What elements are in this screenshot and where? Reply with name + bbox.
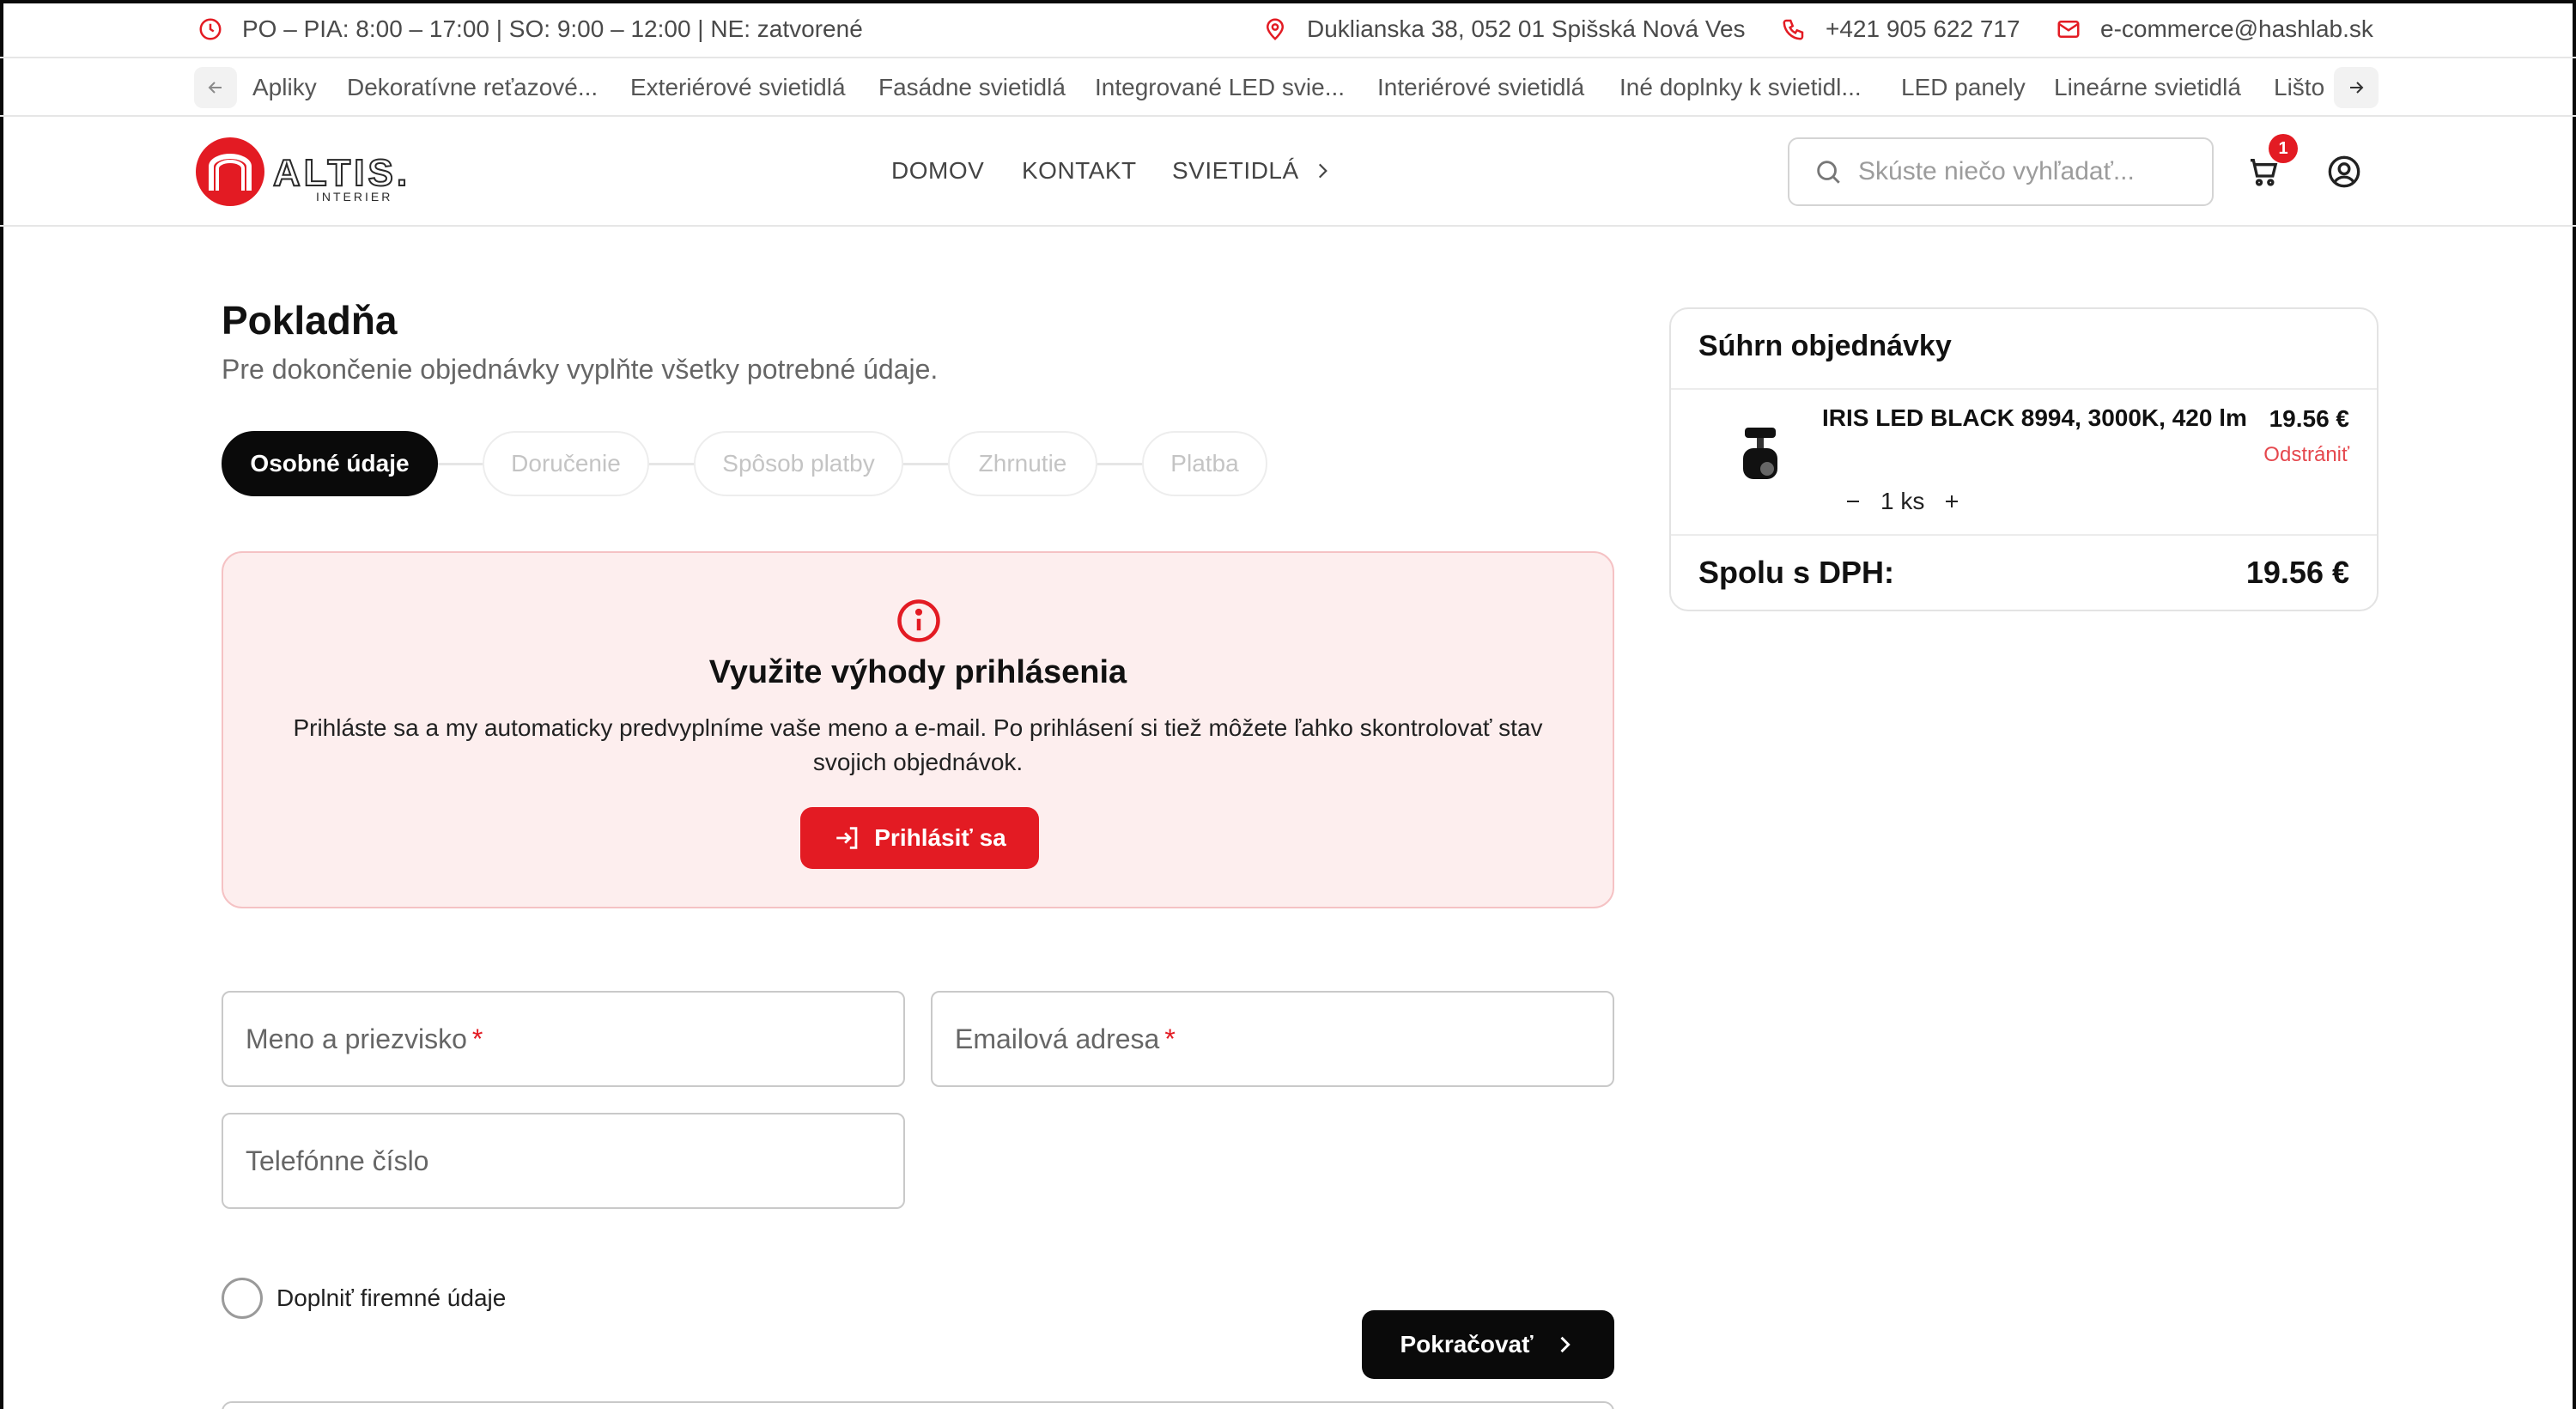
divider [1671, 388, 2377, 390]
category-link[interactable]: Fasádne svietidlá [878, 58, 1066, 117]
company-details-option[interactable]: Doplniť firemné údaje [222, 1278, 506, 1319]
category-scroll-left-button[interactable] [194, 67, 237, 108]
company-details-checkbox[interactable] [222, 1278, 263, 1319]
search-icon [1817, 161, 1840, 184]
category-bar: Apliky Dekoratívne reťazové... Exteriéro… [0, 58, 2576, 117]
opening-hours: PO – PIA: 8:00 – 17:00 | SO: 9:00 – 12:0… [197, 0, 863, 58]
nav-home[interactable]: DOMOV [891, 117, 984, 225]
quantity-increase-button[interactable] [1933, 483, 1971, 520]
location-pin-icon [1266, 18, 1285, 40]
name-field-label: Meno a priezvisko [246, 1023, 467, 1054]
phone-text: +421 905 622 717 [1826, 15, 2020, 42]
logo-subtitle: INTERIER [316, 190, 392, 203]
category-link[interactable]: Iné doplnky k svietidl... [1619, 58, 1862, 117]
step-payment[interactable]: Platba [1142, 431, 1267, 496]
login-promo-box: Využite výhody prihlásenia Prihláste sa … [222, 551, 1614, 908]
chevron-right-icon [1318, 163, 1327, 179]
category-scroll-right-button[interactable] [2334, 67, 2379, 108]
promo-title: Využite výhody prihlásenia [708, 654, 1127, 690]
step-connector [1096, 463, 1142, 465]
page-title: Pokladňa [222, 298, 398, 343]
nav-lights-label: SVIETIDLÁ [1172, 157, 1299, 184]
category-link[interactable]: Lineárne svietidlá [2054, 58, 2241, 117]
store-address[interactable]: Duklianska 38, 052 01 Spišská Nová Ves [1262, 0, 1746, 58]
email-text: e-commerce@hashlab.sk [2100, 15, 2373, 42]
quantity-value: 1 ks [1880, 488, 1925, 514]
clock-icon [199, 18, 222, 40]
cart-count-badge: 1 [2269, 134, 2298, 163]
top-info-bar: PO – PIA: 8:00 – 17:00 | SO: 9:00 – 12:0… [0, 0, 2576, 58]
category-link[interactable]: Lišto [2274, 58, 2324, 117]
product-name[interactable]: IRIS LED BLACK 8994, 3000K, 420 lm [1822, 404, 2251, 433]
checkout-steps: Osobné údaje Doručenie Spôsob platby Zhr… [222, 431, 1338, 496]
step-connector [436, 463, 483, 465]
category-link[interactable]: LED panely [1901, 58, 2026, 117]
remove-item-link[interactable]: Odstrániť [2263, 443, 2349, 467]
category-link[interactable]: Integrované LED svie... [1095, 58, 1345, 117]
login-button-label: Prihlásiť sa [874, 824, 1006, 851]
product-price: 19.56 € [2269, 405, 2349, 432]
arrow-right-icon [2350, 82, 2364, 94]
page-subtitle: Pre dokončenie objednávky vyplňte všetky… [222, 354, 939, 385]
search-input[interactable] [1858, 157, 2202, 186]
category-link[interactable]: Apliky [252, 58, 317, 117]
step-personal-details[interactable]: Osobné údaje [222, 431, 438, 496]
total-value: 19.56 € [2245, 555, 2349, 590]
phone-link[interactable]: +421 905 622 717 [1781, 0, 2020, 58]
quantity-decrease-button[interactable] [1834, 483, 1872, 520]
category-link[interactable]: Dekoratívne reťazové... [347, 58, 598, 117]
company-details-label: Doplniť firemné údaje [276, 1284, 507, 1311]
email-link[interactable]: e-commerce@hashlab.sk [2056, 0, 2373, 58]
continue-button[interactable]: Pokračovať [1362, 1310, 1614, 1379]
login-button[interactable]: Prihlásiť sa [800, 807, 1039, 869]
next-form-section [222, 1401, 1614, 1409]
altis-logo-mark: ALTIS. INTERIER [196, 137, 410, 206]
summary-title: Súhrn objednávky [1698, 330, 1952, 362]
user-icon [2328, 155, 2360, 188]
phone-icon [1783, 19, 1804, 40]
logo-wordmark: ALTIS. [273, 152, 410, 194]
quantity-stepper: 1 ks [1834, 477, 1971, 525]
email-field[interactable]: Emailová adresa * [931, 991, 1614, 1087]
plus-icon [1946, 495, 1959, 507]
search-box[interactable] [1788, 137, 2214, 206]
arrow-left-icon [208, 82, 222, 94]
chevron-right-icon [1560, 1336, 1571, 1353]
name-field[interactable]: Meno a priezvisko * [222, 991, 905, 1087]
login-icon [836, 827, 858, 849]
category-link[interactable]: Interiérové svietidlá [1377, 58, 1584, 117]
store-address-text: Duklianska 38, 052 01 Spišská Nová Ves [1307, 15, 1746, 42]
opening-hours-text: PO – PIA: 8:00 – 17:00 | SO: 9:00 – 12:0… [242, 15, 863, 42]
divider [1671, 534, 2377, 536]
step-summary[interactable]: Zhrnutie [948, 431, 1097, 496]
required-mark: * [471, 1023, 483, 1054]
nav-contact[interactable]: KONTAKT [1022, 117, 1137, 225]
step-delivery[interactable]: Doručenie [483, 431, 649, 496]
required-mark: * [1164, 1023, 1176, 1054]
phone-field[interactable]: Telefónne číslo [222, 1113, 905, 1209]
step-connector [647, 463, 694, 465]
category-link[interactable]: Exteriérové svietidlá [630, 58, 846, 117]
product-image[interactable] [1735, 421, 1786, 489]
promo-text: Prihláste sa a my automaticky predvyplní… [293, 714, 1543, 775]
phone-field-label: Telefónne číslo [246, 1145, 429, 1176]
continue-button-label: Pokračovať [1400, 1331, 1534, 1357]
nav-lights[interactable]: SVIETIDLÁ [1172, 117, 1334, 225]
total-label: Spolu s DPH: [1698, 555, 1895, 590]
mail-icon [2057, 21, 2080, 38]
order-summary: Súhrn objednávky IRIS LED BLACK 8994, 30… [1669, 307, 2379, 611]
site-header: ALTIS. INTERIER DOMOV KONTAKT SVIETIDLÁ … [0, 117, 2576, 227]
info-icon [897, 599, 940, 642]
minus-icon [1847, 501, 1859, 502]
step-payment-method[interactable]: Spôsob platby [694, 431, 903, 496]
email-field-label: Emailová adresa [955, 1023, 1160, 1054]
altis-logo[interactable]: ALTIS. INTERIER [194, 136, 443, 208]
account-button[interactable] [2324, 151, 2365, 192]
step-connector [902, 463, 948, 465]
